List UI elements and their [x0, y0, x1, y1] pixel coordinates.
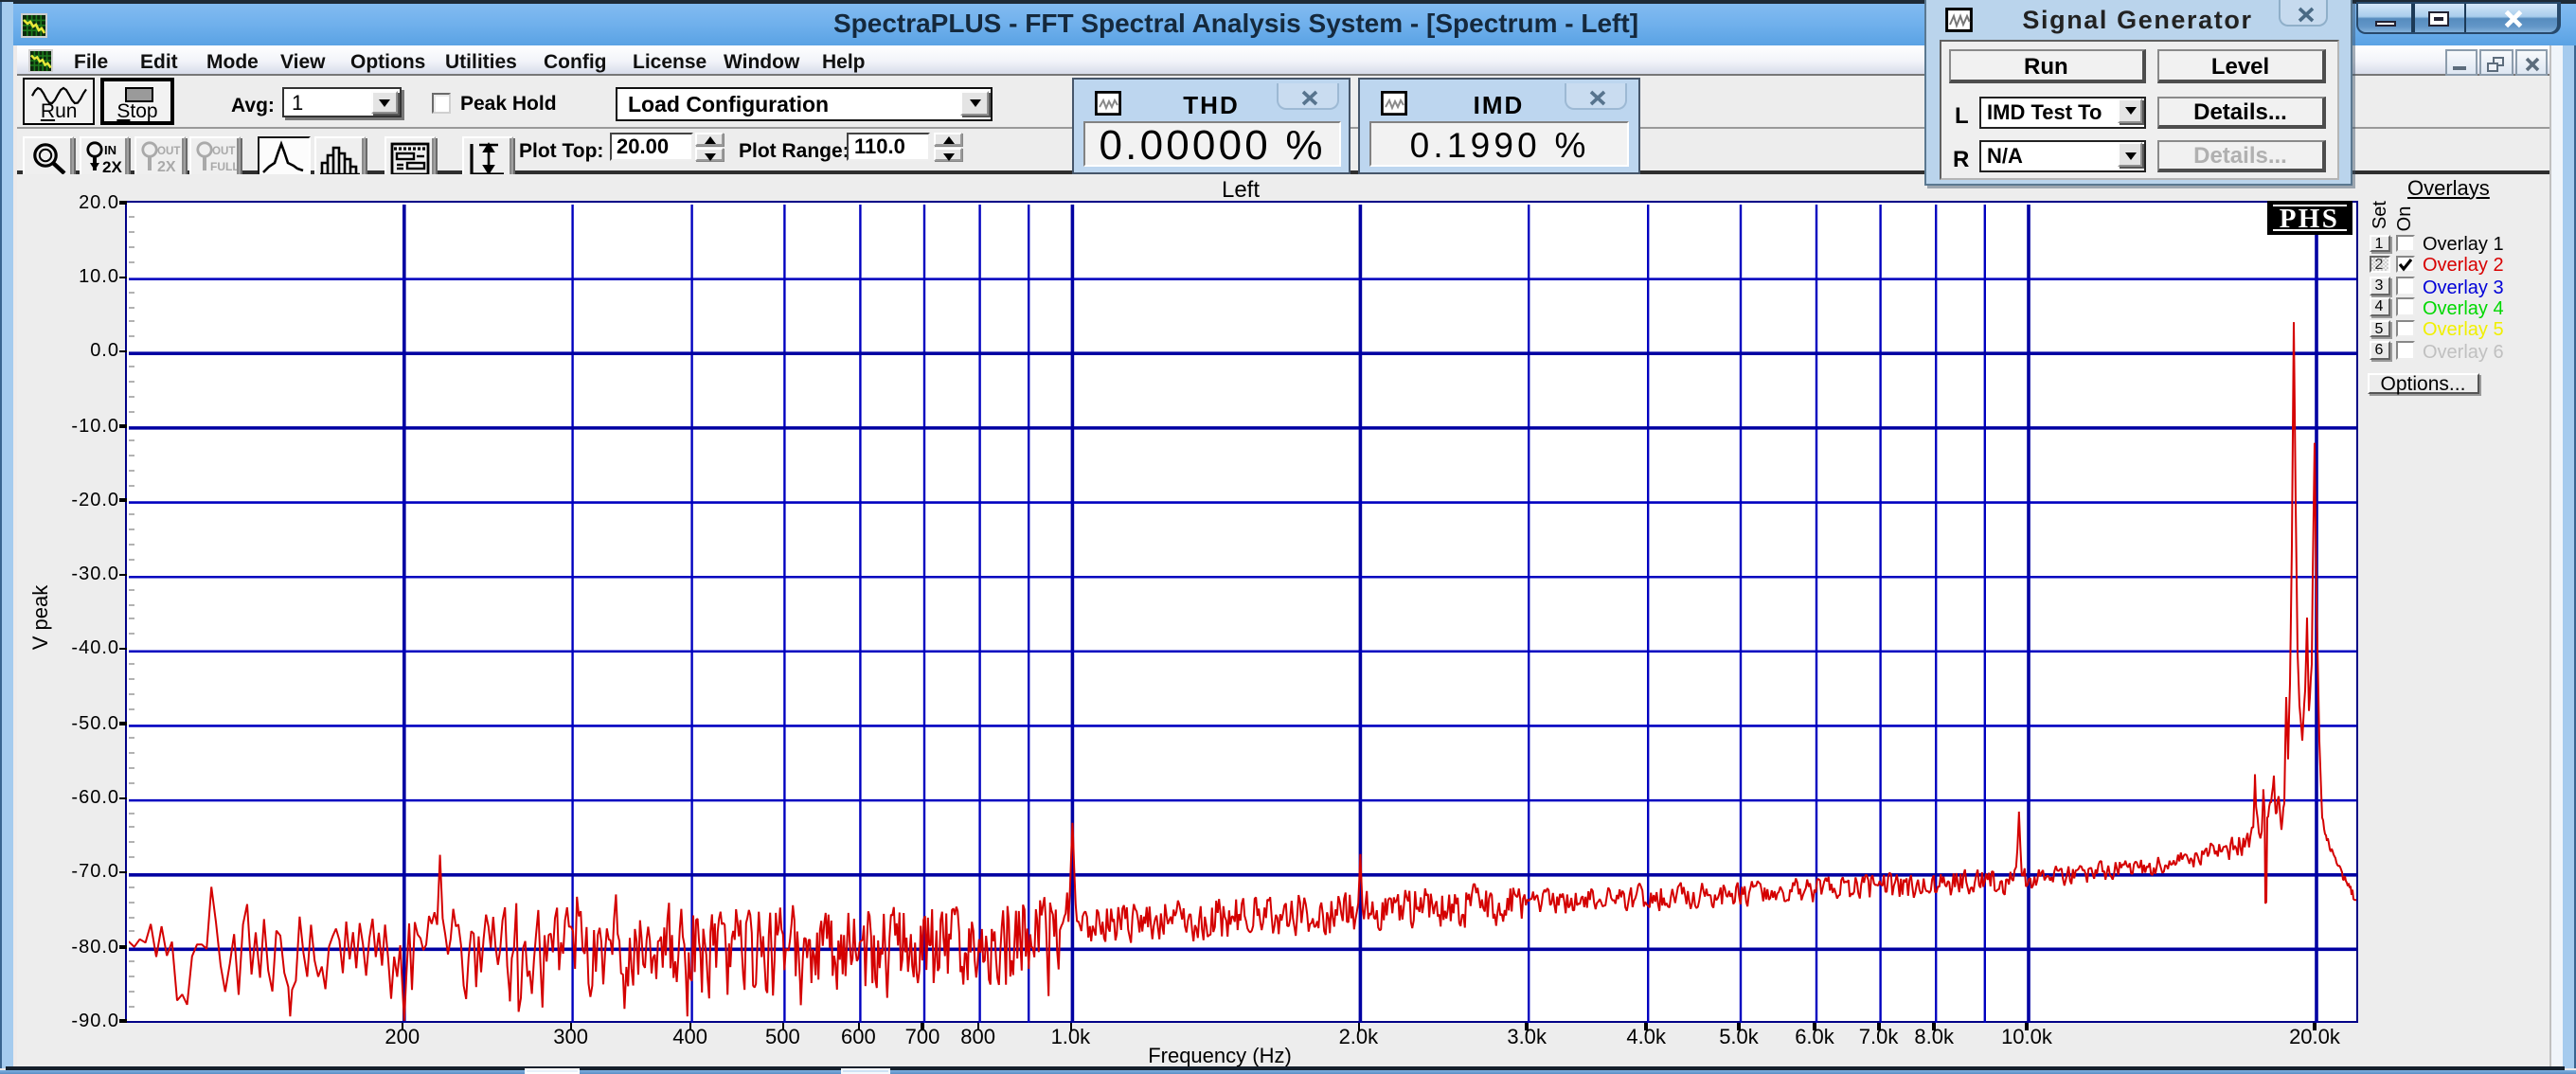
svg-text:OUT: OUT: [156, 144, 179, 156]
svg-text:2X: 2X: [156, 158, 175, 174]
svg-text:IN: IN: [103, 142, 116, 156]
svg-text:2X: 2X: [101, 157, 121, 175]
svg-text:OUT: OUT: [212, 144, 235, 156]
svg-text:FULL: FULL: [210, 159, 237, 172]
